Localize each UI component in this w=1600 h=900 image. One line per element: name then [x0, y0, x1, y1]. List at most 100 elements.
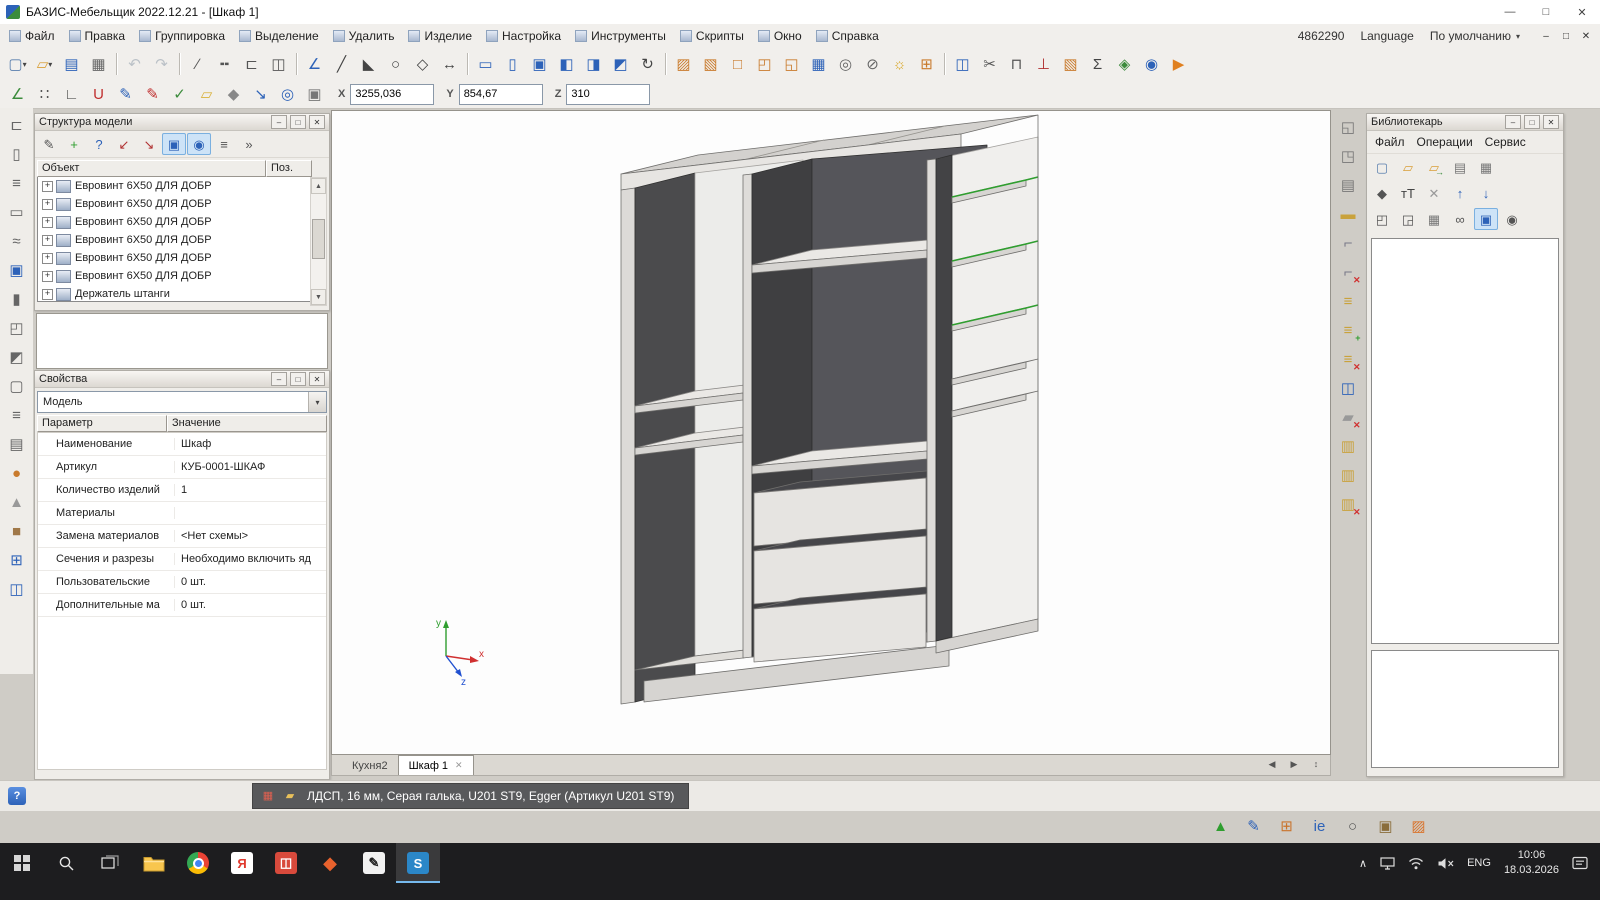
column-icon[interactable]: ▮ [2, 286, 31, 313]
start-button[interactable] [0, 843, 44, 883]
bar-icon[interactable]: ▬ [1334, 201, 1363, 228]
axes-3d-icon[interactable]: ∠ [301, 51, 328, 77]
combo-dropdown-button[interactable]: ▾ [308, 392, 326, 412]
help-tool-icon[interactable]: ? [87, 133, 111, 155]
lib-print-icon[interactable]: ▦ [1474, 156, 1498, 178]
lib-menu-file[interactable]: Файл [1375, 135, 1405, 149]
menu-settings[interactable]: Настройка [479, 26, 568, 46]
window-maximize-button[interactable]: □ [1528, 0, 1564, 24]
rotate-icon[interactable]: ↻ [634, 51, 661, 77]
language-menu[interactable]: Language [1360, 29, 1413, 43]
panel-minimize-button[interactable]: – [1505, 115, 1521, 129]
property-row[interactable]: Пользовательские0 шт. [38, 571, 326, 594]
palette-icon[interactable]: ◈ [1111, 51, 1138, 77]
panel-maximize-button[interactable]: □ [1524, 115, 1540, 129]
snap-icon[interactable]: ∠ [4, 81, 31, 107]
property-row[interactable]: Дополнительные ма0 шт. [38, 594, 326, 617]
material-status[interactable]: ▦▰ ЛДСП, 16 мм, Серая галька, U201 ST9, … [252, 783, 689, 809]
property-value[interactable]: КУБ-0001-ШКАФ [175, 461, 265, 473]
catalog1-icon[interactable]: ▥ [1334, 433, 1363, 460]
column-header-parameter[interactable]: Параметр [37, 415, 167, 432]
menu-file[interactable]: Файл [2, 26, 62, 46]
tree-item[interactable]: +Евровинт 6X50 ДЛЯ ДОБР [38, 213, 311, 231]
menu-product[interactable]: Изделие [401, 26, 479, 46]
property-row[interactable]: АртикулКУБ-0001-ШКАФ [38, 456, 326, 479]
clean-icon[interactable]: ◆ [220, 81, 247, 107]
panel-close-button[interactable]: ✕ [1543, 115, 1559, 129]
property-row[interactable]: НаименованиеШкаф [38, 433, 326, 456]
help-icon[interactable]: ? [8, 787, 26, 805]
screen-icon[interactable]: ▣ [2, 257, 31, 284]
panel-maximize-button[interactable]: □ [290, 115, 306, 129]
property-value[interactable]: <Нет схемы> [175, 530, 248, 542]
wave-icon[interactable]: ≈ [2, 228, 31, 255]
tree-item[interactable]: +Евровинт 6X50 ДЛЯ ДОБР [38, 195, 311, 213]
lib-view-icon[interactable]: ▣ [1474, 208, 1498, 230]
window-minimize-button[interactable]: — [1492, 0, 1528, 24]
windows-layout-icon[interactable]: ◫ [2, 576, 31, 603]
circle-icon[interactable]: ○ [382, 51, 409, 77]
profile-select[interactable]: По умолчанию ▾ [1430, 29, 1520, 43]
menu-scripts[interactable]: Скрипты [673, 26, 751, 46]
fasteners-icon[interactable]: ◫ [949, 51, 976, 77]
librarian-list[interactable] [1371, 238, 1559, 644]
view-window-icon[interactable]: ◱ [1334, 114, 1363, 141]
structure-scrollbar[interactable]: ▲ ▼ [310, 177, 327, 306]
language-indicator[interactable]: ENG [1467, 857, 1491, 869]
scroll-down-icon[interactable]: ▼ [311, 289, 326, 305]
mark-icon[interactable]: ✓ [166, 81, 193, 107]
taskbar-taskview-button[interactable] [88, 843, 132, 883]
show-model-icon[interactable]: ▣ [162, 133, 186, 155]
property-value[interactable]: 0 шт. [175, 576, 206, 588]
taskbar-app-red[interactable]: ◫ [264, 843, 308, 883]
expand-icon[interactable]: + [42, 217, 53, 228]
expand-icon[interactable]: + [42, 289, 53, 300]
arrow-right-icon[interactable]: ↘ [137, 133, 161, 155]
property-value[interactable]: 0 шт. [175, 599, 206, 611]
drill-icon[interactable]: ⊥ [1030, 51, 1057, 77]
panel-horizontal-icon[interactable]: ▭ [472, 51, 499, 77]
ruler-corner-icon[interactable]: ∟ [58, 81, 85, 107]
expand-icon[interactable]: + [42, 181, 53, 192]
lib-up-icon[interactable]: ↑ [1448, 182, 1472, 204]
model-selector[interactable]: Модель ▾ [37, 391, 327, 413]
zoom-icon[interactable]: ○ [1339, 813, 1366, 839]
lib-menu-service[interactable]: Сервис [1485, 135, 1526, 149]
catalog2-icon[interactable]: ▥ [1334, 462, 1363, 489]
measure-icon[interactable]: ↘ [247, 81, 274, 107]
new-icon[interactable]: ▢▾ [4, 51, 31, 77]
panel-minimize-button[interactable]: – [271, 372, 287, 386]
lib-archive-icon[interactable]: ▦ [1422, 208, 1446, 230]
sum-icon[interactable]: Σ [1084, 51, 1111, 77]
show-views-icon[interactable]: ◉ [187, 133, 211, 155]
tab-prev-button[interactable]: ◀ [1262, 755, 1282, 773]
panel-minimize-button[interactable]: – [271, 115, 287, 129]
offset-icon[interactable]: ⊏ [238, 51, 265, 77]
menu-help[interactable]: Справка [809, 26, 886, 46]
export-icon[interactable]: ▶ [1165, 51, 1192, 77]
package-icon[interactable]: ▣ [1372, 813, 1399, 839]
menu-edit[interactable]: Правка [62, 26, 133, 46]
column-header-object[interactable]: Объект [37, 160, 266, 177]
menu-window[interactable]: Окно [751, 26, 809, 46]
pencil-red-icon[interactable]: ✎ [139, 81, 166, 107]
view-screen-icon[interactable]: ◳ [1334, 143, 1363, 170]
menu-tools[interactable]: Инструменты [568, 26, 673, 46]
lib-menu-operations[interactable]: Операции [1417, 135, 1473, 149]
taskbar-bazis[interactable]: S [396, 843, 440, 883]
menu-selection[interactable]: Выделение [232, 26, 326, 46]
material-texture-icon[interactable]: ▰ [281, 788, 299, 804]
column-header-value[interactable]: Значение [167, 415, 327, 432]
tree-item[interactable]: +Евровинт 6X50 ДЛЯ ДОБР [38, 267, 311, 285]
cube-open-icon[interactable]: □ [724, 51, 751, 77]
cone-icon[interactable]: ▲ [2, 489, 31, 516]
properties-panel-header[interactable]: Свойства –□✕ [35, 371, 329, 388]
scrollbar-track[interactable] [311, 194, 326, 289]
arrow-left-icon[interactable]: ↙ [112, 133, 136, 155]
press-icon[interactable]: ⊓ [1003, 51, 1030, 77]
panel-close-button[interactable]: ✕ [309, 115, 325, 129]
mdi-close-button[interactable]: ✕ [1576, 27, 1596, 45]
facade-icon[interactable]: ▢ [2, 373, 31, 400]
property-row[interactable]: Сечения и разрезыНеобходимо включить яд [38, 548, 326, 571]
render-icon[interactable]: ◎ [832, 51, 859, 77]
